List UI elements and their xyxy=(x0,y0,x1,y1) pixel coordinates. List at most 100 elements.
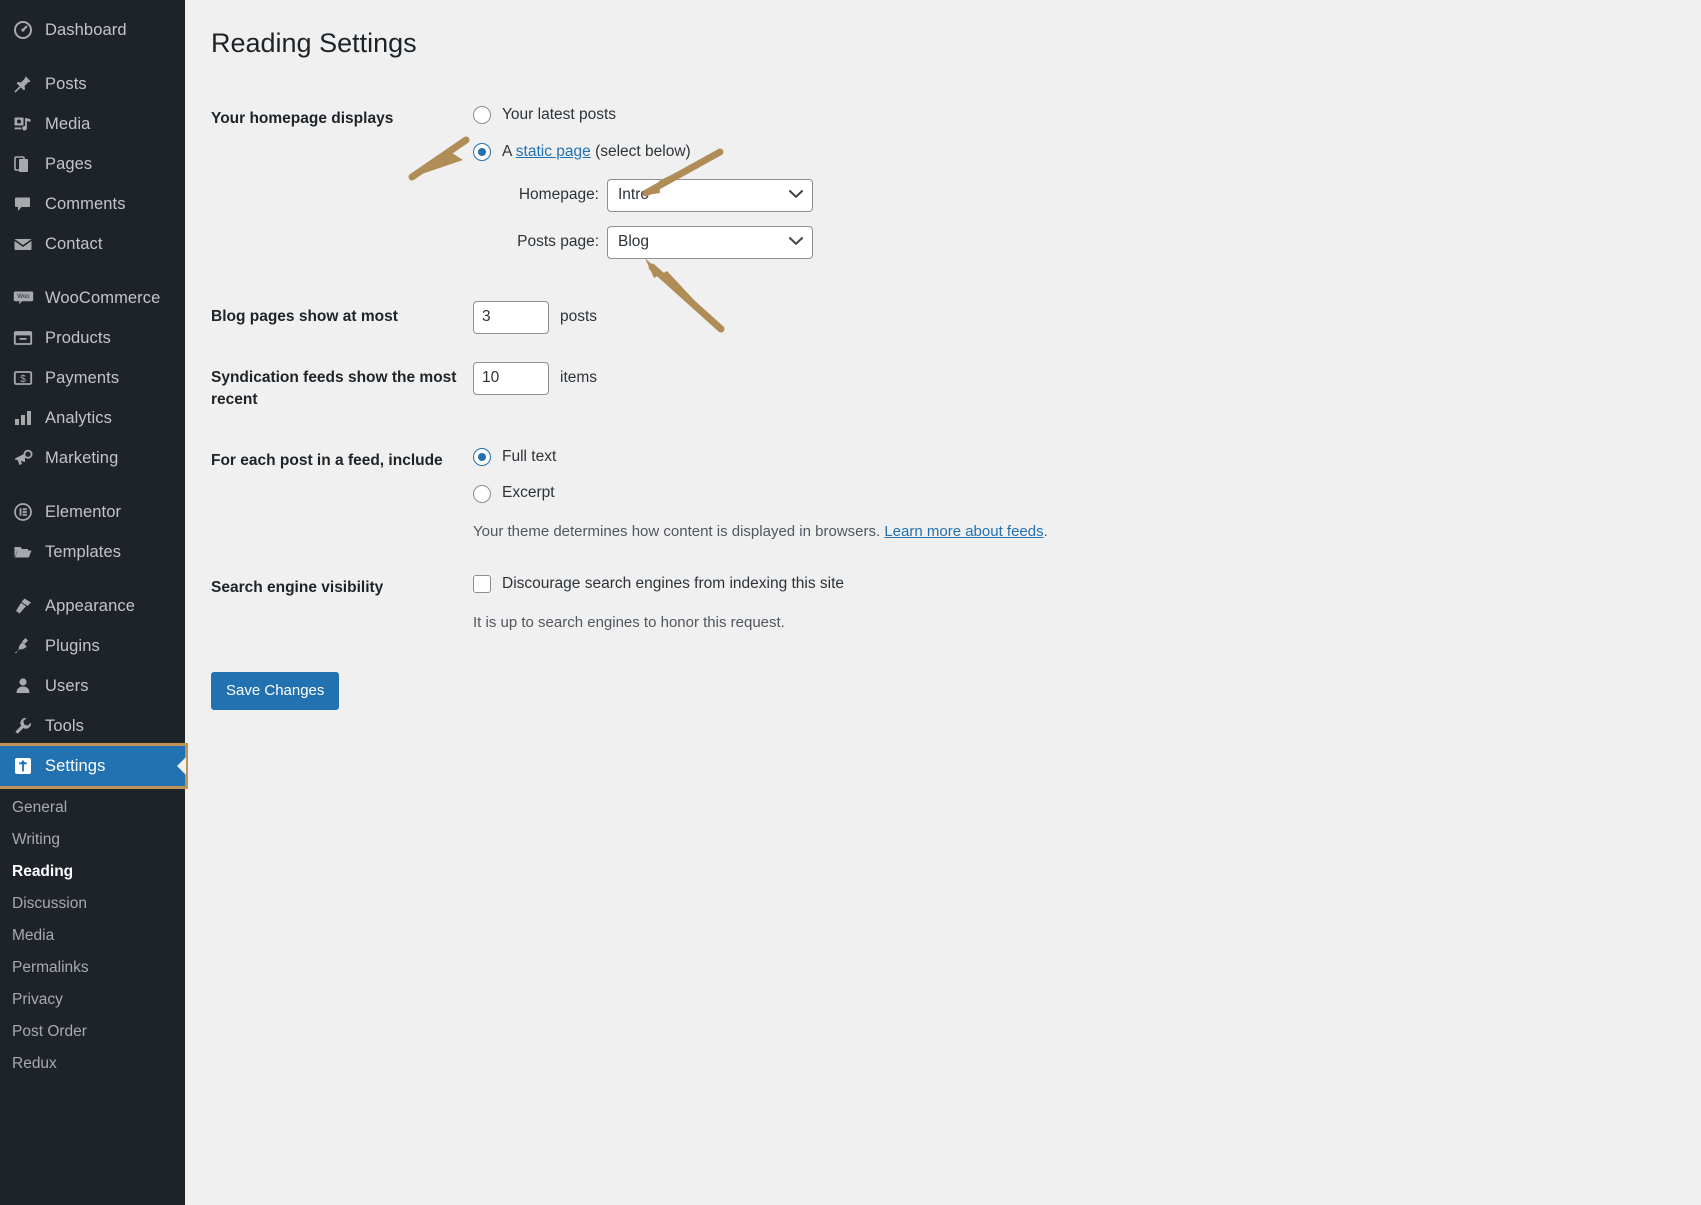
blog-pages-input[interactable] xyxy=(473,300,549,334)
sidebar-item-analytics[interactable]: Analytics xyxy=(0,398,185,438)
syndication-input[interactable] xyxy=(473,361,549,395)
checkbox-row-discourage[interactable]: Discourage search engines from indexing … xyxy=(473,572,1431,597)
svg-text:Woo: Woo xyxy=(17,294,30,300)
submenu-item-post-order[interactable]: Post Order xyxy=(0,1016,185,1048)
radio-option-excerpt[interactable]: Excerpt xyxy=(473,481,1431,506)
sidebar-item-dashboard[interactable]: Dashboard xyxy=(0,10,185,50)
page-title: Reading Settings xyxy=(211,28,417,58)
admin-sidebar: Dashboard Posts Media Pages Comments Con… xyxy=(0,0,188,1205)
static-page-selectors: Homepage: Intro Posts page: Blog xyxy=(493,178,1431,259)
sidebar-item-label: Analytics xyxy=(45,408,112,427)
static-suffix-text: (select below) xyxy=(590,142,691,160)
radio-option-static-page[interactable]: A static page (select below) xyxy=(473,140,1431,165)
sidebar-item-label: Posts xyxy=(45,74,87,93)
submenu-item-writing[interactable]: Writing xyxy=(0,824,185,856)
sidebar-item-label: Templates xyxy=(45,542,122,561)
sidebar-item-elementor[interactable]: Elementor xyxy=(0,492,185,532)
discourage-indexing-checkbox[interactable] xyxy=(473,575,491,594)
sidebar-item-plugins[interactable]: Plugins xyxy=(0,626,185,666)
sidebar-item-label: Products xyxy=(45,328,111,347)
megaphone-icon xyxy=(12,447,34,469)
static-page-link[interactable]: static page xyxy=(516,143,591,160)
sidebar-item-marketing[interactable]: Marketing xyxy=(0,438,185,478)
sidebar-item-label: Marketing xyxy=(45,448,119,467)
sidebar-item-label: Tools xyxy=(45,716,85,735)
sidebar-item-contact[interactable]: Contact xyxy=(0,224,185,264)
homepage-select-caption: Homepage: xyxy=(518,185,599,203)
radio-full-text-label: Full text xyxy=(502,447,557,465)
form-row-syndication: Syndication feeds show the most recent i… xyxy=(211,348,1441,431)
wrench-icon xyxy=(12,715,34,737)
feed-description: Your theme determines how content is dis… xyxy=(473,521,1431,544)
label-search-visibility: Search engine visibility xyxy=(211,578,384,596)
media-icon xyxy=(12,113,34,135)
homepage-select[interactable]: Intro xyxy=(607,178,813,212)
form-row-homepage-displays: Your homepage displays Your latest posts… xyxy=(211,89,1441,287)
sidebar-item-label: Settings xyxy=(45,756,106,775)
sidebar-separator xyxy=(0,50,185,64)
submenu-item-general[interactable]: General xyxy=(0,792,185,824)
active-caret-icon xyxy=(177,757,186,775)
sidebar-item-appearance[interactable]: Appearance xyxy=(0,586,185,626)
blog-pages-unit: posts xyxy=(560,307,598,325)
sidebar-separator xyxy=(0,572,185,586)
radio-option-full-text[interactable]: Full text xyxy=(473,445,1431,470)
woocommerce-icon: Woo xyxy=(12,287,34,309)
sidebar-item-payments[interactable]: $ Payments xyxy=(0,358,185,398)
submenu-item-reading[interactable]: Reading xyxy=(0,856,185,888)
posts-page-select[interactable]: Blog xyxy=(607,225,813,259)
sidebar-item-label: Plugins xyxy=(45,636,100,655)
main-content: Reading Settings Your homepage displays … xyxy=(185,0,1701,1205)
sidebar-item-pages[interactable]: Pages xyxy=(0,144,185,184)
save-changes-button[interactable]: Save Changes xyxy=(211,672,340,711)
submenu-item-permalinks[interactable]: Permalinks xyxy=(0,952,185,984)
radio-static-page[interactable] xyxy=(473,143,491,162)
label-blog-pages: Blog pages show at most xyxy=(211,307,398,325)
sidebar-separator xyxy=(0,478,185,492)
sidebar-item-tools[interactable]: Tools xyxy=(0,706,185,746)
chevron-down-icon xyxy=(789,183,803,208)
feed-description-end: . xyxy=(1043,523,1048,541)
reading-settings-form: Your homepage displays Your latest posts… xyxy=(211,89,1441,648)
posts-page-select-row: Posts page: Blog xyxy=(493,225,1431,259)
form-row-feed-include: For each post in a feed, include Full te… xyxy=(211,431,1441,558)
radio-option-latest-posts[interactable]: Your latest posts xyxy=(473,103,1431,128)
submenu-item-redux[interactable]: Redux xyxy=(0,1048,185,1080)
radio-excerpt[interactable] xyxy=(473,484,491,503)
radio-latest-posts[interactable] xyxy=(473,106,491,125)
pages-icon xyxy=(12,153,34,175)
radio-excerpt-label: Excerpt xyxy=(502,484,555,502)
sidebar-item-products[interactable]: Products xyxy=(0,318,185,358)
sidebar-item-posts[interactable]: Posts xyxy=(0,64,185,104)
sidebar-item-users[interactable]: Users xyxy=(0,666,185,706)
folder-icon xyxy=(12,541,34,563)
submenu-item-discussion[interactable]: Discussion xyxy=(0,888,185,920)
sidebar-item-settings[interactable]: Settings xyxy=(0,743,188,789)
sidebar-item-label: Dashboard xyxy=(45,20,127,39)
sidebar-separator xyxy=(0,264,185,278)
sidebar-item-comments[interactable]: Comments xyxy=(0,184,185,224)
sidebar-item-label: Media xyxy=(45,114,91,133)
pin-icon xyxy=(12,73,34,95)
submenu-item-privacy[interactable]: Privacy xyxy=(0,984,185,1016)
sidebar-item-woocommerce[interactable]: Woo WooCommerce xyxy=(0,278,185,318)
sidebar-item-label: Pages xyxy=(45,154,93,173)
user-icon xyxy=(12,675,34,697)
form-row-blog-pages: Blog pages show at most posts xyxy=(211,287,1441,348)
syndication-unit: items xyxy=(560,368,598,386)
learn-more-feeds-link[interactable]: Learn more about feeds xyxy=(884,523,1043,540)
chevron-down-icon xyxy=(789,230,803,255)
settings-icon xyxy=(12,755,34,777)
envelope-icon xyxy=(12,233,34,255)
sidebar-item-label: Elementor xyxy=(45,502,122,521)
label-homepage-displays: Your homepage displays xyxy=(211,110,394,128)
radio-full-text[interactable] xyxy=(473,448,491,467)
products-icon xyxy=(12,327,34,349)
submenu-item-media[interactable]: Media xyxy=(0,920,185,952)
sidebar-item-label: Users xyxy=(45,676,89,695)
radio-latest-posts-label: Your latest posts xyxy=(502,106,617,124)
plug-icon xyxy=(12,635,34,657)
sidebar-item-label: WooCommerce xyxy=(45,288,161,307)
sidebar-item-templates[interactable]: Templates xyxy=(0,532,185,572)
sidebar-item-media[interactable]: Media xyxy=(0,104,185,144)
